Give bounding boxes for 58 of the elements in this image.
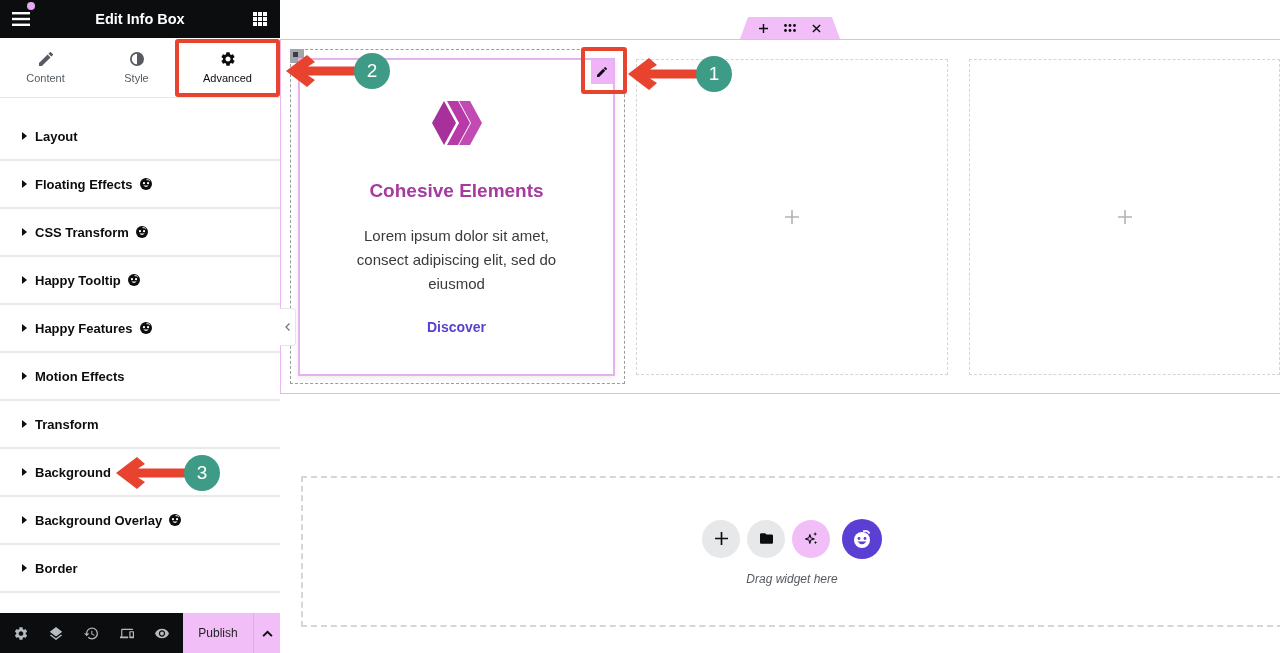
contrast-icon xyxy=(129,51,144,66)
caret-right-icon xyxy=(22,324,27,332)
close-icon[interactable] xyxy=(812,23,821,33)
plus-icon xyxy=(714,532,728,545)
caret-right-icon xyxy=(22,180,27,188)
caret-right-icon xyxy=(22,420,27,428)
widget-description: Lorem ipsum dolor sit amet, consect adipiscing elit, sed do eiusmod xyxy=(355,225,558,294)
step-badge: 1 xyxy=(696,56,732,92)
step-badge: 2 xyxy=(354,53,390,89)
tab[interactable]: Advanced xyxy=(182,38,273,97)
caret-right-icon xyxy=(22,228,27,236)
tab[interactable]: Content xyxy=(0,38,91,97)
section-header[interactable]: Happy Tooltip xyxy=(0,257,280,305)
caret-right-icon xyxy=(22,564,27,572)
section-header[interactable]: Background Overlay xyxy=(0,497,280,545)
section-header[interactable]: Floating Effects xyxy=(0,161,280,209)
eye-icon[interactable] xyxy=(155,626,170,640)
chevron-left-icon xyxy=(285,323,290,331)
tab[interactable]: Style xyxy=(91,38,182,97)
caret-right-icon xyxy=(22,276,27,284)
pencil-icon xyxy=(597,66,607,77)
drop-hint: Drag widget here xyxy=(746,571,838,586)
section-header[interactable]: Layout xyxy=(0,113,280,161)
responsive-icon[interactable] xyxy=(119,626,134,640)
add-widget-button[interactable] xyxy=(702,519,740,558)
notification-dot-icon xyxy=(27,2,35,10)
caret-right-icon xyxy=(22,468,27,476)
section-header[interactable]: CSS Transform xyxy=(0,209,280,257)
edit-widget-button[interactable] xyxy=(591,59,613,84)
section-header[interactable]: Motion Effects xyxy=(0,353,280,401)
template-library-button[interactable] xyxy=(747,519,785,558)
folder-icon xyxy=(759,532,773,545)
caret-right-icon xyxy=(22,372,27,380)
gear-icon xyxy=(220,51,235,66)
menu-icon[interactable] xyxy=(12,12,30,26)
widget-title: Cohesive Elements xyxy=(369,178,544,203)
plus-icon[interactable] xyxy=(759,23,768,33)
happy-addons-button[interactable] xyxy=(842,518,882,559)
discover-link[interactable]: Discover xyxy=(426,314,487,339)
smiley-icon xyxy=(852,528,872,549)
chevron-up-icon xyxy=(261,629,273,637)
pencil-icon xyxy=(38,51,53,66)
settings-icon[interactable] xyxy=(13,626,28,640)
grid-icon[interactable] xyxy=(253,12,267,26)
layers-icon[interactable] xyxy=(49,626,64,640)
caret-right-icon xyxy=(22,132,27,140)
panel-title: Edit Info Box xyxy=(94,11,186,27)
drag-handle-icon[interactable] xyxy=(784,24,796,32)
publish-options-button[interactable] xyxy=(253,613,280,653)
publish-button[interactable]: Publish xyxy=(183,613,253,653)
section-header[interactable]: Border xyxy=(0,545,280,593)
sparkle-icon xyxy=(804,532,818,545)
ai-button[interactable] xyxy=(792,519,830,558)
section-header[interactable]: Happy Features xyxy=(0,305,280,353)
caret-right-icon xyxy=(22,516,27,524)
chevron-logo-icon xyxy=(431,99,482,146)
history-icon[interactable] xyxy=(84,626,99,640)
section-header[interactable]: Transform xyxy=(0,401,280,449)
